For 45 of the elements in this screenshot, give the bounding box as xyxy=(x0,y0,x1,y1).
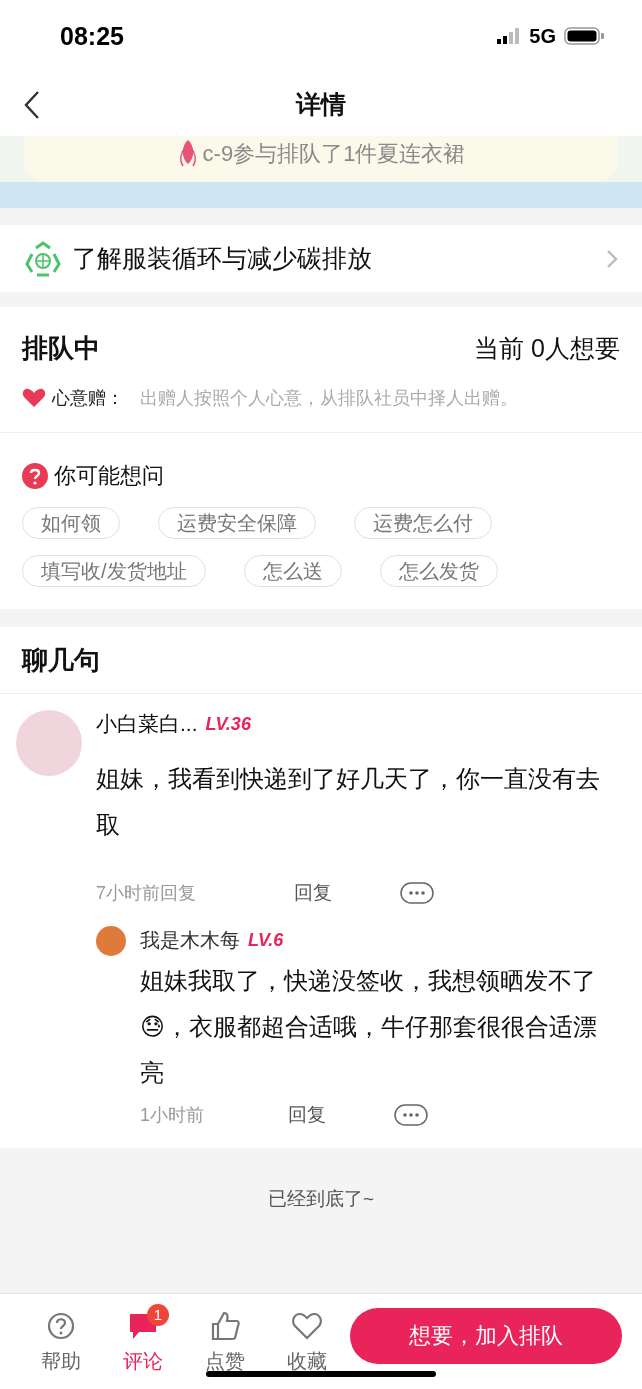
tab-item[interactable]: 收藏 xyxy=(266,1304,348,1375)
reply-button[interactable]: 回复 xyxy=(288,1102,394,1128)
avatar xyxy=(96,926,126,956)
section-title: 排队中 xyxy=(22,332,100,365)
recycle-globe-icon xyxy=(24,239,62,278)
section-title: 聊几句 xyxy=(22,643,100,677)
comment-time: 7小时前回复 xyxy=(96,882,197,905)
more-icon[interactable] xyxy=(394,1104,428,1126)
battery-icon xyxy=(564,27,604,45)
tab-item[interactable]: 评论 1 xyxy=(102,1304,184,1375)
chevron-right-icon xyxy=(606,248,618,269)
eco-link-row[interactable]: 了解服装循环与减少碳排放 xyxy=(0,225,642,292)
question-chip[interactable]: 填写收/发货地址 xyxy=(22,555,206,587)
more-icon[interactable] xyxy=(400,882,434,904)
user-name: 小白菜白... xyxy=(96,711,198,737)
join-queue-button[interactable]: 想要，加入排队 xyxy=(350,1308,622,1364)
page-title: 详情 xyxy=(296,88,346,120)
network-label: 5G xyxy=(529,24,556,48)
user-level: LV.36 xyxy=(205,713,251,735)
question-icon xyxy=(22,463,48,489)
tab-item[interactable]: 点赞 xyxy=(184,1304,266,1375)
count-badge: 1 xyxy=(147,1304,169,1326)
mode-description: 出赠人按照个人心意，从排队社员中择人出赠。 xyxy=(140,387,518,410)
question-chip[interactable]: 运费安全保障 xyxy=(158,507,316,539)
clock-time: 08:25 xyxy=(60,21,124,51)
end-of-list-text: 已经到底了~ xyxy=(267,1187,375,1211)
user-level: LV.6 xyxy=(248,929,284,951)
comment-text: 姐妹，我看到快递到了好几天了，你一直没有去取 xyxy=(96,764,601,840)
tab-item[interactable]: 帮助 xyxy=(20,1304,102,1375)
queue-notice: c-9参与排队了1件夏连衣裙 xyxy=(202,140,466,168)
comment-time: 1小时前 xyxy=(140,1104,205,1127)
user-name: 我是木木每 xyxy=(140,927,240,953)
back-icon[interactable] xyxy=(22,90,42,120)
signal-icon xyxy=(497,28,522,44)
reply-button[interactable]: 回复 xyxy=(294,880,400,906)
question-chip[interactable]: 如何领 xyxy=(22,507,120,539)
section-title: 你可能想问 xyxy=(54,462,164,490)
eco-link-label: 了解服装循环与减少碳排放 xyxy=(72,243,373,274)
question-chip[interactable]: 怎么发货 xyxy=(379,555,498,587)
want-count: 当前 0人想要 xyxy=(474,333,620,364)
heart-icon xyxy=(22,388,46,408)
question-chip[interactable]: 运费怎么付 xyxy=(354,507,492,539)
mode-label: 心意赠： xyxy=(52,387,124,410)
comment-text: 姐妹我取了，快递没签收，我想领晒发不了😓，衣服都超合适哦，牛仔那套很很合适漂亮 xyxy=(140,966,599,1088)
question-chip[interactable]: 怎么送 xyxy=(243,555,342,587)
